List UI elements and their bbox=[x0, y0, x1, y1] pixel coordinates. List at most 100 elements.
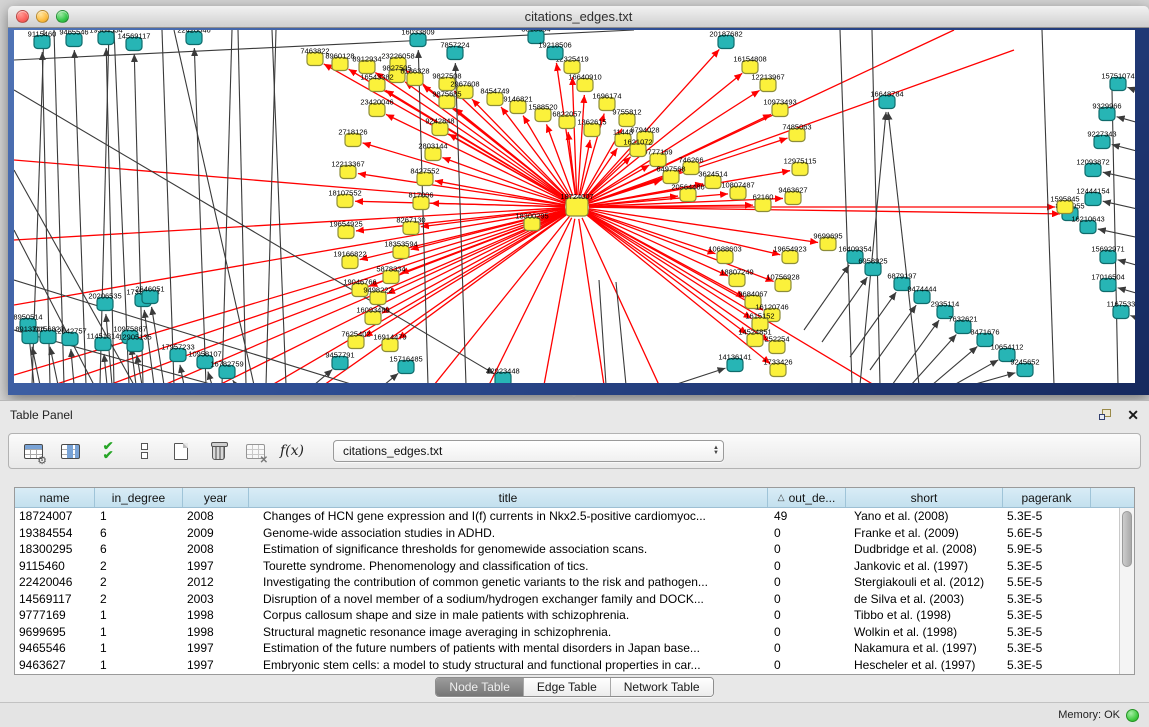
table-cell[interactable]: Estimation of significance thresholds fo… bbox=[249, 541, 768, 558]
table-row[interactable]: 946362711997Embryonic stem cells: a mode… bbox=[15, 657, 1119, 674]
table-cell[interactable]: 1997 bbox=[183, 558, 249, 575]
table-cell[interactable]: 2 bbox=[95, 574, 183, 591]
table-cell[interactable]: 9115460 bbox=[15, 558, 95, 575]
table-cell[interactable]: 2003 bbox=[183, 591, 249, 608]
table-cell[interactable]: 9699695 bbox=[15, 624, 95, 641]
column-header-pagerank[interactable]: pagerank bbox=[1003, 488, 1091, 507]
table-cell[interactable]: 2012 bbox=[183, 574, 249, 591]
table-cell[interactable]: Hescheler et al. (1997) bbox=[846, 657, 1003, 674]
table-row[interactable]: 911546021997Tourette syndrome. Phenomeno… bbox=[15, 558, 1119, 575]
table-cell[interactable]: Tibbo et al. (1998) bbox=[846, 607, 1003, 624]
table-cell[interactable]: 6 bbox=[95, 525, 183, 542]
table-row[interactable]: 1830029562008Estimation of significance … bbox=[15, 541, 1119, 558]
float-panel-icon[interactable] bbox=[1099, 409, 1113, 421]
column-header-name[interactable]: name bbox=[15, 488, 95, 507]
table-cell[interactable]: 2 bbox=[95, 591, 183, 608]
table-cell[interactable]: 1 bbox=[95, 657, 183, 674]
table-cell[interactable]: 0 bbox=[768, 558, 846, 575]
table-cell[interactable]: Tourette syndrome. Phenomenology and cla… bbox=[249, 558, 768, 575]
table-cell[interactable]: 1 bbox=[95, 607, 183, 624]
table-scrollbar[interactable] bbox=[1119, 508, 1134, 674]
table-cell[interactable]: Nakamura et al. (1997) bbox=[846, 640, 1003, 657]
table-cell[interactable]: 0 bbox=[768, 640, 846, 657]
table-cell[interactable]: 0 bbox=[768, 574, 846, 591]
table-row[interactable]: 1456911722003Disruption of a novel membe… bbox=[15, 591, 1119, 608]
table-cell[interactable]: 19384554 bbox=[15, 525, 95, 542]
column-header-title[interactable]: title bbox=[249, 488, 768, 507]
table-cell[interactable]: 22420046 bbox=[15, 574, 95, 591]
table-cell[interactable]: 0 bbox=[768, 657, 846, 674]
table-cell[interactable]: Investigating the contribution of common… bbox=[249, 574, 768, 591]
table-cell[interactable]: Embryonic stem cells: a model to study s… bbox=[249, 657, 768, 674]
table-cell[interactable]: 0 bbox=[768, 607, 846, 624]
window-titlebar[interactable]: citations_edges.txt bbox=[8, 6, 1149, 28]
table-cell[interactable]: 5.3E-5 bbox=[1003, 657, 1091, 674]
table-cell[interactable]: 14569117 bbox=[15, 591, 95, 608]
table-cell[interactable]: 5.3E-5 bbox=[1003, 607, 1091, 624]
column-select-icon[interactable] bbox=[58, 439, 82, 463]
table-cell[interactable]: 2 bbox=[95, 558, 183, 575]
table-cell[interactable]: Genome-wide association studies in ADHD. bbox=[249, 525, 768, 542]
table-row[interactable]: 1872400712008Changes of HCN gene express… bbox=[15, 508, 1119, 525]
table-cell[interactable]: 6 bbox=[95, 541, 183, 558]
table-cell[interactable]: Disruption of a novel member of a sodium… bbox=[249, 591, 768, 608]
table-cell[interactable]: 2008 bbox=[183, 508, 249, 525]
table-cell[interactable]: Stergiakouli et al. (2012) bbox=[846, 574, 1003, 591]
scrollbar-thumb[interactable] bbox=[1122, 511, 1132, 567]
column-header-short[interactable]: short bbox=[846, 488, 1003, 507]
function-builder-icon[interactable]: f(x) bbox=[280, 439, 304, 463]
table-cell[interactable]: 1998 bbox=[183, 624, 249, 641]
table-cell[interactable]: Yano et al. (2008) bbox=[846, 508, 1003, 525]
minimize-window-button[interactable] bbox=[36, 10, 49, 23]
network-canvas[interactable]: 1872400774638228960128891293423226058982… bbox=[14, 30, 1135, 383]
table-cell[interactable]: 9465546 bbox=[15, 640, 95, 657]
table-cell[interactable]: 0 bbox=[768, 525, 846, 542]
table-cell[interactable]: 5.3E-5 bbox=[1003, 591, 1091, 608]
table-cell[interactable]: Corpus callosum shape and size in male p… bbox=[249, 607, 768, 624]
table-cell[interactable]: 18724007 bbox=[15, 508, 95, 525]
table-cell[interactable]: 5.6E-5 bbox=[1003, 525, 1091, 542]
table-cell[interactable]: Changes of HCN gene expression and I(f) … bbox=[249, 508, 768, 525]
table-cell[interactable]: Franke et al. (2009) bbox=[846, 525, 1003, 542]
table-cell[interactable]: 0 bbox=[768, 541, 846, 558]
table-cell[interactable]: Dudbridge et al. (2008) bbox=[846, 541, 1003, 558]
table-cell[interactable]: 9777169 bbox=[15, 607, 95, 624]
table-cell[interactable]: Wolkin et al. (1998) bbox=[846, 624, 1003, 641]
delete-attribute-icon[interactable] bbox=[206, 439, 230, 463]
table-cell[interactable]: 1998 bbox=[183, 607, 249, 624]
tab-network-table[interactable]: Network Table bbox=[610, 678, 713, 696]
table-row[interactable]: 969969511998Structural magnetic resonanc… bbox=[15, 624, 1119, 641]
table-cell[interactable]: 5.5E-5 bbox=[1003, 574, 1091, 591]
tab-edge-table[interactable]: Edge Table bbox=[523, 678, 610, 696]
table-row[interactable]: 2242004622012Investigating the contribut… bbox=[15, 574, 1119, 591]
table-cell[interactable]: 0 bbox=[768, 624, 846, 641]
table-cell[interactable]: Jankovic et al. (1997) bbox=[846, 558, 1003, 575]
table-cell[interactable]: 5.9E-5 bbox=[1003, 541, 1091, 558]
table-cell[interactable]: de Silva et al. (2003) bbox=[846, 591, 1003, 608]
table-cell[interactable]: Estimation of the future numbers of pati… bbox=[249, 640, 768, 657]
table-row[interactable]: 977716911998Corpus callosum shape and si… bbox=[15, 607, 1119, 624]
close-panel-icon[interactable]: ✕ bbox=[1127, 408, 1139, 422]
column-header-outde[interactable]: △out_de... bbox=[768, 488, 846, 507]
table-cell[interactable]: 1 bbox=[95, 508, 183, 525]
table-cell[interactable]: 2008 bbox=[183, 541, 249, 558]
network-graph[interactable]: 1872400774638228960128891293423226058982… bbox=[14, 30, 1135, 383]
close-window-button[interactable] bbox=[16, 10, 29, 23]
delete-table-icon[interactable]: ✕ bbox=[243, 439, 267, 463]
table-cell[interactable]: 2009 bbox=[183, 525, 249, 542]
table-cell[interactable]: 5.3E-5 bbox=[1003, 640, 1091, 657]
table-cell[interactable]: 5.3E-5 bbox=[1003, 624, 1091, 641]
zoom-window-button[interactable] bbox=[56, 10, 69, 23]
table-cell[interactable]: Structural magnetic resonance image aver… bbox=[249, 624, 768, 641]
table-selector-dropdown[interactable]: citations_edges.txt ▲▼ bbox=[333, 440, 724, 462]
row-height-icon[interactable] bbox=[132, 439, 156, 463]
table-row[interactable]: 1938455462009Genome-wide association stu… bbox=[15, 525, 1119, 542]
table-cell[interactable]: 5.3E-5 bbox=[1003, 558, 1091, 575]
table-cell[interactable]: 49 bbox=[768, 508, 846, 525]
column-header-year[interactable]: year bbox=[183, 488, 249, 507]
table-cell[interactable]: 1997 bbox=[183, 640, 249, 657]
column-header-indegree[interactable]: in_degree bbox=[95, 488, 183, 507]
new-table-icon[interactable] bbox=[169, 439, 193, 463]
table-cell[interactable]: 5.3E-5 bbox=[1003, 508, 1091, 525]
tab-node-table[interactable]: Node Table bbox=[436, 678, 523, 696]
